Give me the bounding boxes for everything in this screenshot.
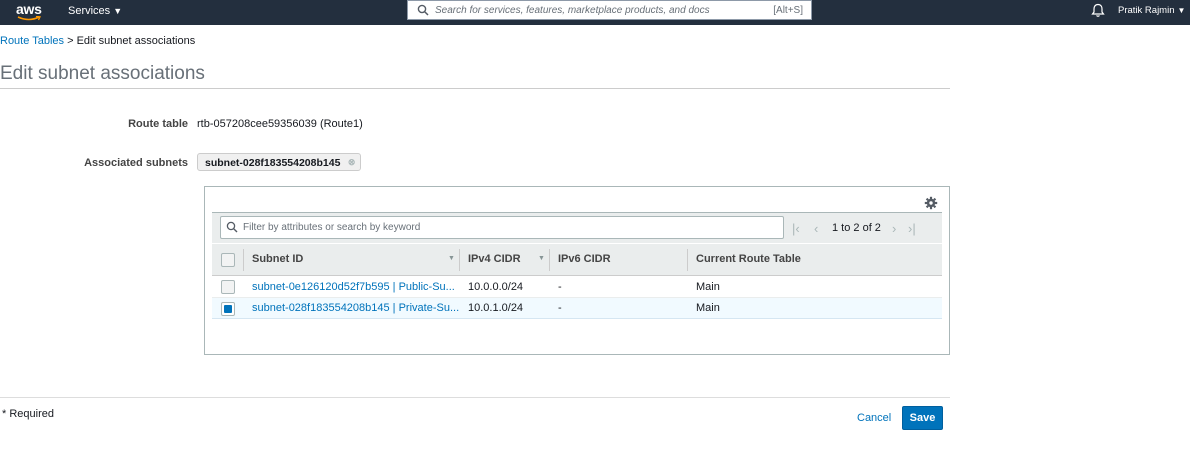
previous-page-icon[interactable]: ‹ (814, 221, 818, 236)
column-divider (549, 249, 550, 271)
aws-smile-icon (17, 16, 41, 21)
select-all-checkbox[interactable] (221, 253, 235, 267)
cancel-button[interactable]: Cancel (857, 412, 891, 424)
services-menu-button[interactable]: Services ▼ (68, 5, 122, 17)
ipv6-cidr-cell: - (558, 302, 562, 314)
save-button[interactable]: Save (902, 406, 943, 430)
page-title: Edit subnet associations (0, 63, 205, 84)
row-checkbox[interactable] (221, 280, 235, 294)
global-search-input[interactable]: Search for services, features, marketpla… (407, 0, 812, 20)
route-table-value: rtb-057208cee59356039 (Route1) (197, 118, 363, 130)
pagination-text: 1 to 2 of 2 (832, 222, 881, 234)
remove-tag-icon[interactable]: ⊗ (348, 157, 356, 168)
column-header-ipv4-cidr[interactable]: IPv4 CIDR (468, 253, 521, 265)
first-page-icon[interactable]: |‹ (792, 221, 800, 236)
column-divider (243, 249, 244, 271)
top-navigation-bar: aws Services ▼ Search for services, featu… (0, 0, 1190, 25)
route-table-cell: Main (696, 302, 720, 314)
column-divider (459, 249, 460, 271)
caret-down-icon: ▼ (1177, 6, 1186, 15)
search-placeholder: Search for services, features, marketpla… (435, 5, 710, 16)
subnet-id-link[interactable]: subnet-028f183554208b145 | Private-Su... (252, 302, 459, 314)
footer-divider (0, 397, 950, 398)
search-icon (417, 4, 429, 16)
row-checkbox-checked[interactable] (221, 302, 235, 316)
filter-input[interactable]: Filter by attributes or search by keywor… (220, 216, 784, 239)
next-page-icon[interactable]: › (892, 221, 896, 236)
sort-caret-icon[interactable]: ▼ (448, 255, 455, 262)
column-divider (687, 249, 688, 271)
filter-placeholder: Filter by attributes or search by keywor… (243, 222, 421, 233)
last-page-icon[interactable]: ›| (908, 221, 916, 236)
search-shortcut: [Alt+S] (773, 5, 803, 16)
required-note: * Required (2, 408, 54, 420)
ipv4-cidr-cell: 10.0.1.0/24 (468, 302, 524, 314)
breadcrumb-route-tables-link[interactable]: Route Tables (0, 35, 64, 47)
breadcrumb: Route Tables > Edit subnet associations (0, 35, 195, 47)
bell-icon[interactable] (1091, 3, 1105, 18)
title-divider (0, 88, 950, 89)
route-table-label: Route table (128, 118, 188, 130)
route-table-cell: Main (696, 281, 720, 293)
column-header-ipv6-cidr[interactable]: IPv6 CIDR (558, 253, 611, 265)
search-icon (226, 221, 238, 233)
caret-down-icon: ▼ (113, 6, 123, 16)
gear-icon[interactable] (924, 196, 938, 210)
services-label: Services (68, 5, 111, 17)
aws-logo-text: aws (16, 1, 42, 17)
sort-caret-icon[interactable]: ▼ (538, 255, 545, 262)
aws-logo[interactable]: aws (16, 1, 46, 23)
breadcrumb-separator: > (64, 35, 77, 47)
subnet-id-link[interactable]: subnet-0e126120d52f7b595 | Public-Su... (252, 281, 455, 293)
ipv4-cidr-cell: 10.0.0.0/24 (468, 281, 524, 293)
associated-subnet-tag-label: subnet-028f183554208b145 (205, 157, 341, 169)
associated-subnet-tag: subnet-028f183554208b145 ⊗ (197, 153, 362, 171)
breadcrumb-current: Edit subnet associations (76, 35, 196, 47)
column-header-subnet-id[interactable]: Subnet ID (252, 253, 303, 265)
column-header-current-route-table[interactable]: Current Route Table (696, 253, 801, 265)
ipv6-cidr-cell: - (558, 281, 562, 293)
associated-subnets-label: Associated subnets (84, 157, 188, 169)
user-menu-button[interactable]: Pratik Rajmin ▼ (1118, 5, 1185, 16)
user-name: Pratik Rajmin (1118, 5, 1175, 16)
